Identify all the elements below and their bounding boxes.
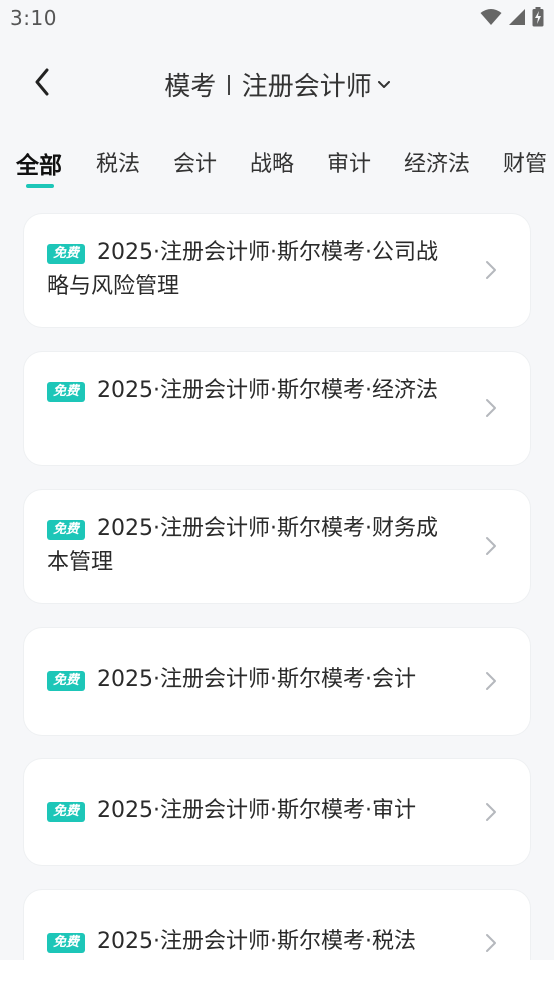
tab-tax-law[interactable]: 税法 — [96, 146, 140, 178]
wifi-icon — [480, 8, 502, 26]
chevron-right-icon — [484, 258, 498, 282]
tab-economic-law[interactable]: 经济法 — [404, 146, 470, 178]
battery-charging-icon — [532, 7, 544, 27]
exam-card[interactable]: 免费 2025·注册会计师·斯尔模考·会计 — [24, 628, 530, 735]
free-badge: 免费 — [47, 802, 86, 822]
tab-accounting[interactable]: 会计 — [173, 146, 217, 178]
status-time: 3:10 — [10, 6, 57, 30]
exam-title-text: 2025·注册会计师·斯尔模考·公司战略与风险管理 — [47, 240, 438, 299]
subject-tabs: 全部 税法 会计 战略 审计 经济法 财管 — [0, 136, 554, 192]
exam-card[interactable]: 免费 2025·注册会计师·斯尔模考·审计 — [24, 759, 530, 865]
active-tab-indicator — [26, 184, 54, 188]
exam-title-text: 2025·注册会计师·斯尔模考·经济法 — [97, 378, 438, 403]
exam-card-title: 免费 2025·注册会计师·斯尔模考·会计 — [47, 663, 448, 697]
exam-selector[interactable]: 注册会计师 — [242, 66, 372, 103]
title-divider — [228, 74, 230, 95]
page-title-left: 模考 — [164, 72, 217, 102]
exam-title-text: 2025·注册会计师·斯尔模考·会计 — [97, 667, 416, 692]
exam-card[interactable]: 免费 2025·注册会计师·斯尔模考·财务成本管理 — [24, 490, 530, 603]
chevron-down-icon — [377, 80, 390, 89]
chevron-right-icon — [484, 534, 498, 558]
status-bar: 3:10 — [0, 0, 554, 38]
screen: 3:10 模考 注册会计师 全部 税法 会计 战略 审计 经济法 财管 免费 2… — [0, 0, 554, 984]
exam-title-text: 2025·注册会计师·斯尔模考·税法 — [97, 929, 416, 954]
chevron-right-icon — [484, 669, 498, 693]
exam-card-title: 免费 2025·注册会计师·斯尔模考·审计 — [47, 794, 448, 828]
page-title[interactable]: 模考 注册会计师 — [0, 66, 554, 103]
tab-strategy[interactable]: 战略 — [250, 146, 294, 178]
exam-title-text: 2025·注册会计师·斯尔模考·财务成本管理 — [47, 516, 438, 575]
exam-card-title: 免费 2025·注册会计师·斯尔模考·税法 — [47, 925, 448, 959]
chevron-right-icon — [484, 396, 498, 420]
free-badge: 免费 — [47, 244, 86, 264]
exam-card[interactable]: 免费 2025·注册会计师·斯尔模考·经济法 — [24, 352, 530, 465]
free-badge: 免费 — [47, 671, 86, 691]
status-icons — [480, 7, 544, 27]
tab-audit[interactable]: 审计 — [327, 146, 371, 178]
exam-title-text: 2025·注册会计师·斯尔模考·审计 — [97, 798, 416, 823]
nav-bar: 模考 注册会计师 — [0, 50, 554, 116]
free-badge: 免费 — [47, 520, 86, 540]
tab-financial-management[interactable]: 财管 — [503, 146, 547, 178]
exam-card-title: 免费 2025·注册会计师·斯尔模考·公司战略与风险管理 — [47, 236, 448, 304]
exam-card-title: 免费 2025·注册会计师·斯尔模考·财务成本管理 — [47, 512, 448, 580]
exam-card-title: 免费 2025·注册会计师·斯尔模考·经济法 — [47, 374, 448, 408]
tab-all[interactable]: 全部 — [16, 146, 62, 180]
exam-card[interactable]: 免费 2025·注册会计师·斯尔模考·公司战略与风险管理 — [24, 214, 530, 327]
bottom-edge — [0, 960, 554, 984]
free-badge: 免费 — [47, 382, 86, 402]
cellular-signal-icon — [508, 8, 526, 26]
chevron-right-icon — [484, 800, 498, 824]
free-badge: 免费 — [47, 933, 86, 953]
chevron-right-icon — [484, 931, 498, 955]
